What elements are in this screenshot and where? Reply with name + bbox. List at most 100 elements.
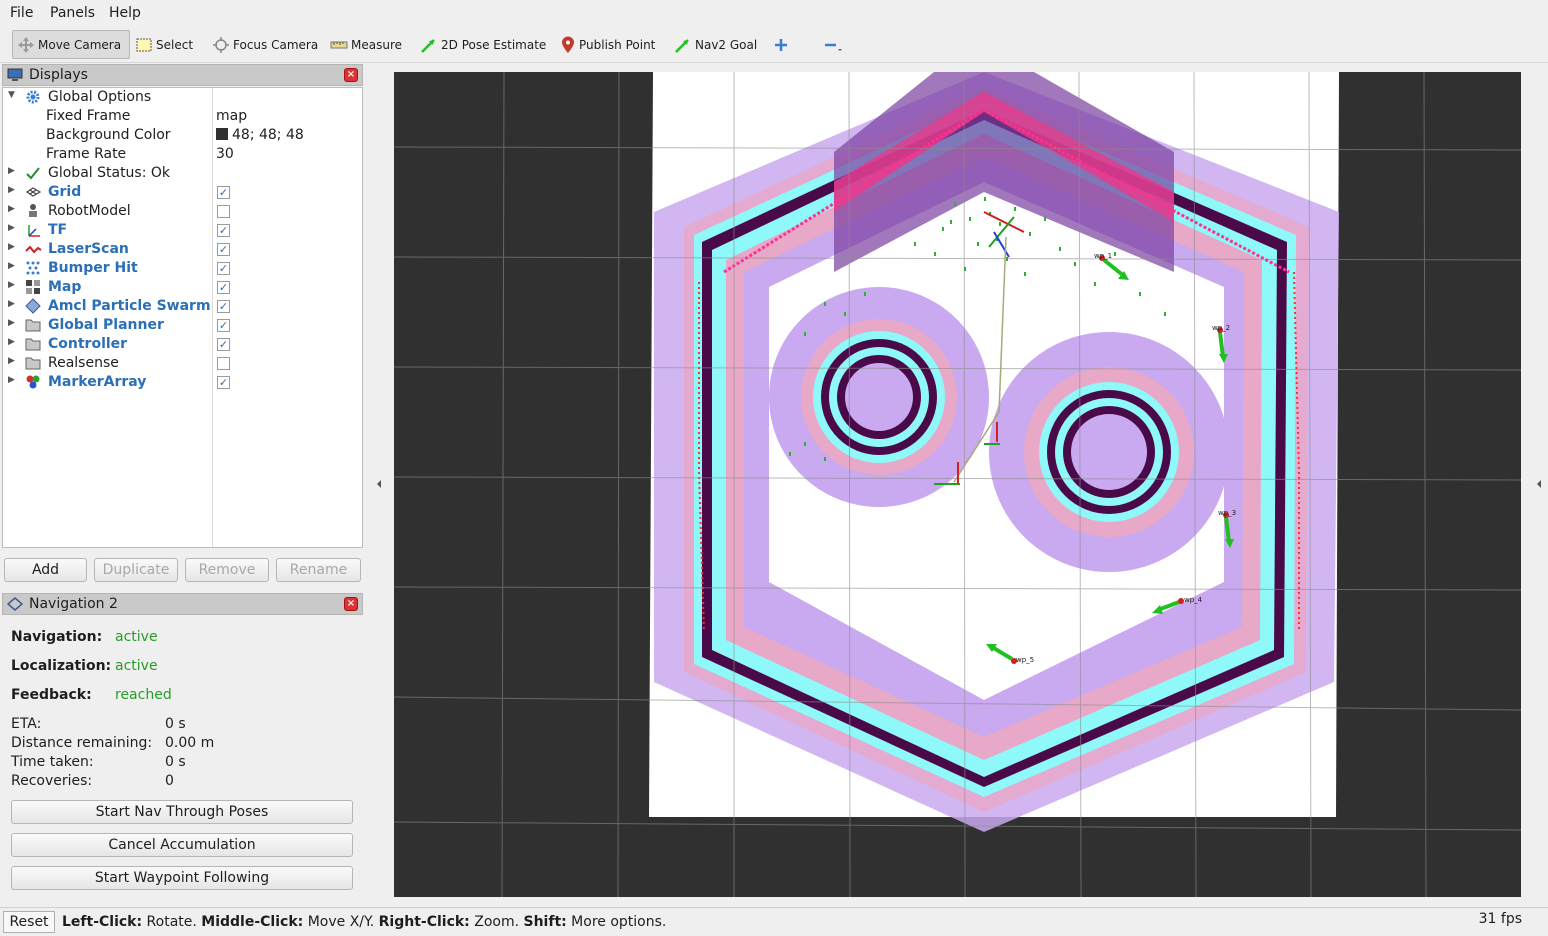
mouse-hint: Left-Click: Rotate. Middle-Click: Move X… [62, 914, 666, 930]
collapsed-arrow-icon[interactable]: ▶ [8, 185, 15, 195]
tree-item-grid[interactable]: ▶ Grid ✓ [3, 183, 362, 202]
robotmodel-checkbox[interactable] [217, 205, 230, 218]
ruler-icon [330, 41, 348, 48]
grid-checkbox[interactable]: ✓ [217, 186, 230, 199]
tree-item-global-status[interactable]: ▶ Global Status: Ok [3, 164, 362, 183]
background-color-text: 48; 48; 48 [232, 127, 304, 143]
tree-item-tf[interactable]: ▶ TF ✓ [3, 221, 362, 240]
collapsed-arrow-icon[interactable]: ▶ [8, 204, 15, 214]
collapse-right-arrow-icon[interactable] [1530, 63, 1548, 905]
navigation-status-value: active [115, 629, 158, 645]
remove-display-button[interactable]: Remove [185, 558, 269, 582]
tree-item-bumper-hit[interactable]: ▶ Bumper Hit ✓ [3, 259, 362, 278]
time-label: Time taken: [11, 754, 94, 770]
collapsed-arrow-icon[interactable]: ▶ [8, 223, 15, 233]
cancel-accumulation-button[interactable]: Cancel Accumulation [11, 833, 353, 857]
right-splitter[interactable] [1530, 63, 1548, 905]
eta-value: 0 s [165, 716, 186, 732]
focus-camera-tool[interactable]: Focus Camera [208, 30, 322, 59]
measure-tool[interactable]: Measure [326, 30, 406, 59]
tree-item-robotmodel[interactable]: ▶ RobotModel [3, 202, 362, 221]
collapsed-arrow-icon[interactable]: ▶ [8, 299, 15, 309]
collapsed-arrow-icon[interactable]: ▶ [8, 261, 15, 271]
hint-middle-action: Move X/Y. [303, 914, 379, 930]
select-icon [136, 38, 152, 51]
reset-button[interactable]: Reset [3, 911, 55, 933]
controller-checkbox[interactable]: ✓ [217, 338, 230, 351]
collapsed-arrow-icon[interactable]: ▶ [8, 318, 15, 328]
close-navigation-icon[interactable]: × [344, 597, 358, 611]
start-waypoint-following-button[interactable]: Start Waypoint Following [11, 866, 353, 890]
distance-value: 0.00 m [165, 735, 215, 751]
svg-text:wp_1: wp_1 [1094, 252, 1112, 260]
minus-icon [825, 43, 842, 51]
laserscan-checkbox[interactable]: ✓ [217, 243, 230, 256]
focus-camera-label: Focus Camera [233, 37, 319, 52]
render-viewport[interactable]: wp_1 wp_2 wp_3 wp_4 wp_5 [394, 72, 1521, 897]
map-icon [26, 280, 40, 294]
map-scene[interactable]: wp_1 wp_2 wp_3 wp_4 wp_5 [394, 72, 1521, 897]
prop-fixed-frame[interactable]: Fixed Frame map [3, 107, 362, 126]
add-display-button[interactable]: Add [4, 558, 87, 582]
tree-item-controller[interactable]: ▶ Controller ✓ [3, 335, 362, 354]
localization-status-value: active [115, 658, 158, 674]
markerarray-checkbox[interactable]: ✓ [217, 376, 230, 389]
map-pin-icon [562, 36, 574, 53]
frame-rate-value[interactable]: 30 [216, 146, 234, 162]
recoveries-label: Recoveries: [11, 773, 93, 789]
tree-item-global-options[interactable]: ▼ Global Options [3, 88, 362, 107]
collapse-left-arrow-icon[interactable] [368, 63, 390, 905]
map-checkbox[interactable]: ✓ [217, 281, 230, 294]
global-planner-checkbox[interactable]: ✓ [217, 319, 230, 332]
tree-item-markerarray[interactable]: ▶ MarkerArray ✓ [3, 373, 362, 392]
tree-item-global-planner[interactable]: ▶ Global Planner ✓ [3, 316, 362, 335]
tf-checkbox[interactable]: ✓ [217, 224, 230, 237]
displays-panel-header: Displays × [2, 64, 363, 86]
remove-tool-button[interactable] [818, 30, 851, 59]
fixed-frame-value[interactable]: map [216, 108, 247, 124]
laser-icon [25, 245, 42, 254]
tree-item-map[interactable]: ▶ Map ✓ [3, 278, 362, 297]
background-color-value[interactable]: 48; 48; 48 [216, 127, 304, 143]
prop-background-color[interactable]: Background Color 48; 48; 48 [3, 126, 362, 145]
expanded-arrow-icon[interactable]: ▼ [8, 90, 15, 100]
feedback-label: Feedback: [11, 687, 92, 703]
prop-frame-rate[interactable]: Frame Rate 30 [3, 145, 362, 164]
close-displays-icon[interactable]: × [344, 68, 358, 82]
eta-label: ETA: [11, 716, 42, 732]
nav2-goal-tool[interactable]: Nav2 Goal [670, 30, 761, 59]
folder-icon [25, 357, 41, 370]
status-bar: Reset Left-Click: Rotate. Middle-Click: … [0, 907, 1548, 936]
amcl-particle-swarm-checkbox[interactable]: ✓ [217, 300, 230, 313]
collapsed-arrow-icon[interactable]: ▶ [8, 337, 15, 347]
menu-help[interactable]: Help [109, 5, 141, 21]
fixed-frame-label: Fixed Frame [46, 108, 131, 124]
tree-item-amcl-particle-swarm[interactable]: ▶ Amcl Particle Swarm ✓ [3, 297, 362, 316]
grid-icon [25, 187, 42, 197]
collapsed-arrow-icon[interactable]: ▶ [8, 280, 15, 290]
folder-icon [25, 319, 41, 332]
localization-status-row: Localization: [11, 658, 111, 674]
realsense-checkbox[interactable] [217, 357, 230, 370]
collapsed-arrow-icon[interactable]: ▶ [8, 375, 15, 385]
start-nav-through-poses-button[interactable]: Start Nav Through Poses [11, 800, 353, 824]
duplicate-display-button[interactable]: Duplicate [94, 558, 178, 582]
publish-point-tool[interactable]: Publish Point [556, 30, 659, 59]
tree-item-realsense[interactable]: ▶ Realsense [3, 354, 362, 373]
select-tool[interactable]: Select [131, 30, 197, 59]
menu-panels[interactable]: Panels [50, 5, 95, 21]
tree-item-laserscan[interactable]: ▶ LaserScan ✓ [3, 240, 362, 259]
collapsed-arrow-icon[interactable]: ▶ [8, 356, 15, 366]
rename-display-button[interactable]: Rename [276, 558, 361, 582]
left-splitter[interactable] [368, 63, 390, 905]
navigation-label: Navigation: [11, 629, 103, 645]
bumper-hit-checkbox[interactable]: ✓ [217, 262, 230, 275]
collapsed-arrow-icon[interactable]: ▶ [8, 242, 15, 252]
pose-estimate-tool[interactable]: 2D Pose Estimate [416, 30, 550, 59]
collapsed-arrow-icon[interactable]: ▶ [8, 166, 15, 176]
move-camera-tool[interactable]: Move Camera [12, 30, 130, 59]
feedback-status-value: reached [115, 687, 172, 703]
add-tool-button[interactable] [770, 30, 795, 59]
menu-file[interactable]: File [10, 5, 33, 21]
grid-label: Grid [48, 184, 82, 200]
